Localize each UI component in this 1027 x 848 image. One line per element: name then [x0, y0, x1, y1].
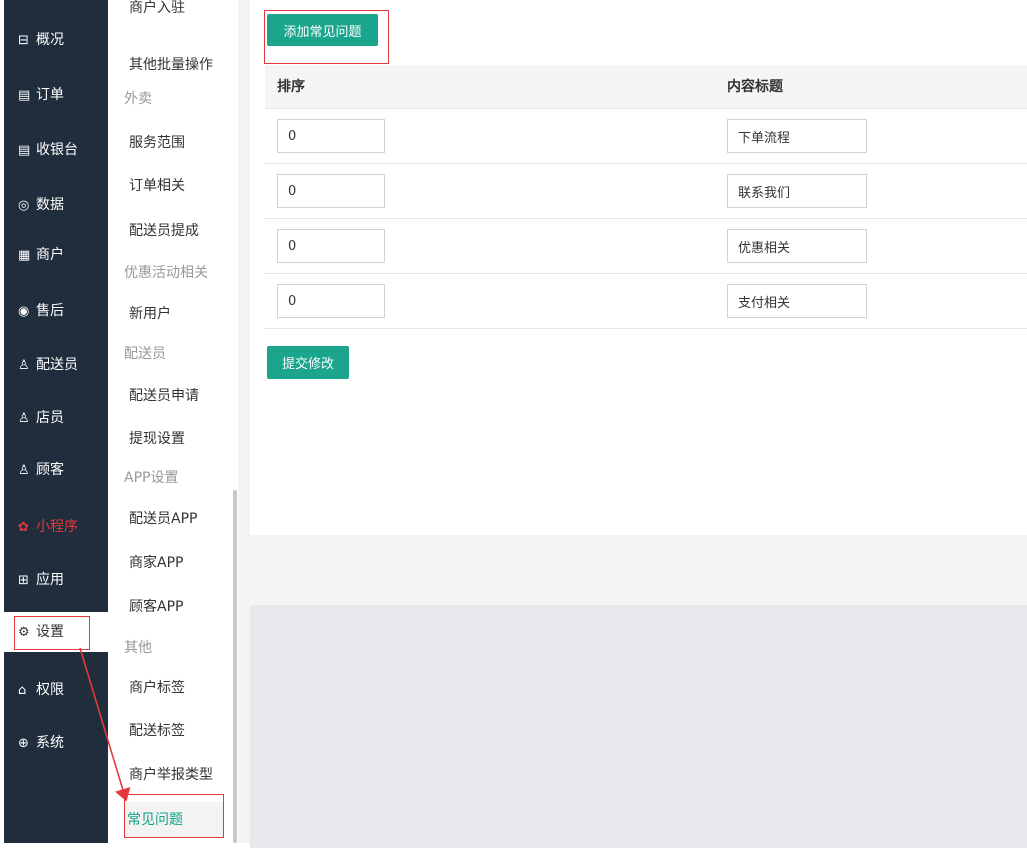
data-icon: ◎: [18, 198, 30, 213]
sidebar-item[interactable]: ⊟ 概况: [18, 30, 64, 50]
dashboard-icon: ⊟: [18, 33, 29, 48]
annotation-box-add-button: [264, 10, 389, 64]
submenu-group-label: 其他: [124, 640, 152, 656]
submenu-item[interactable]: 新用户: [129, 303, 171, 325]
submenu-item[interactable]: 配送员申请: [129, 385, 199, 407]
table-header: 排序 内容标题: [265, 65, 1027, 109]
submenu-item[interactable]: 商家APP: [129, 552, 183, 574]
cashier-icon: ▤: [18, 143, 31, 158]
clerk-icon: ♙: [18, 411, 30, 426]
store-icon: ▦: [18, 248, 31, 263]
title-input[interactable]: [727, 119, 867, 153]
sidebar-item-label: 小程序: [36, 519, 78, 535]
column-header-title: 内容标题: [727, 79, 783, 95]
order-icon: ▤: [18, 88, 31, 103]
permission-icon: ⌂: [18, 683, 27, 698]
submenu-scrollbar-thumb[interactable]: [233, 490, 237, 843]
apps-icon: ⊞: [18, 573, 29, 588]
sidebar-item[interactable]: ♙ 配送员: [18, 355, 78, 375]
title-input[interactable]: [727, 229, 867, 263]
sidebar-item-label: 售后: [36, 303, 64, 319]
submenu-item[interactable]: 商户标签: [129, 677, 185, 699]
sort-input[interactable]: [277, 284, 385, 318]
row-divider: [265, 218, 1027, 219]
customer-icon: ♙: [18, 463, 30, 478]
submenu-item[interactable]: 其他批量操作: [129, 54, 213, 76]
sidebar-item-label: 数据: [36, 197, 64, 213]
submenu-group-label: 配送员: [124, 346, 166, 362]
sidebar-item-label: 应用: [36, 572, 64, 588]
sidebar-item-label: 概况: [36, 32, 64, 48]
sidebar-item-label: 收银台: [36, 142, 78, 158]
sidebar-item-label: 顾客: [36, 462, 64, 478]
submenu-item[interactable]: 配送标签: [129, 720, 185, 742]
submenu-item[interactable]: 商户举报类型: [129, 764, 213, 786]
mini-program-icon: ✿: [18, 520, 29, 535]
row-divider: [265, 108, 1027, 109]
sidebar-item-label: 系统: [36, 735, 64, 751]
settings-submenu: [108, 0, 232, 843]
submenu-group-label: APP设置: [124, 470, 179, 486]
sidebar-item[interactable]: ♙ 顾客: [18, 460, 64, 480]
row-divider: [265, 273, 1027, 274]
submenu-item[interactable]: 订单相关: [129, 175, 185, 197]
sort-input[interactable]: [277, 229, 385, 263]
annotation-box-settings: [14, 616, 90, 650]
annotation-box-faq: [124, 794, 224, 838]
sidebar-item-label: 权限: [36, 682, 64, 698]
sidebar-item[interactable]: ▤ 收银台: [18, 140, 78, 160]
page-background: [250, 605, 1027, 848]
sidebar-item-label: 店员: [36, 410, 64, 426]
title-input[interactable]: [727, 284, 867, 318]
sort-input[interactable]: [277, 174, 385, 208]
title-input[interactable]: [727, 174, 867, 208]
courier-icon: ♙: [18, 358, 30, 373]
submenu-group-label: 外卖: [124, 91, 152, 107]
row-divider: [265, 328, 1027, 329]
sidebar-item[interactable]: ♙ 店员: [18, 408, 64, 428]
sidebar-item[interactable]: ⌂ 权限: [18, 680, 64, 700]
submenu-item[interactable]: 商户入驻: [129, 0, 185, 19]
after-sales-icon: ◉: [18, 304, 30, 319]
sidebar-item-label: 商户: [36, 247, 64, 263]
submenu-item[interactable]: 配送员APP: [129, 508, 197, 530]
submit-changes-button[interactable]: 提交修改: [267, 346, 349, 379]
sidebar-item[interactable]: ⊞ 应用: [18, 570, 64, 590]
sidebar-item[interactable]: ◉ 售后: [18, 301, 64, 321]
content-footer-band: [250, 535, 1027, 605]
sidebar-item[interactable]: ▤ 订单: [18, 85, 64, 105]
row-divider: [265, 163, 1027, 164]
system-icon: ⊕: [18, 736, 29, 751]
submenu-group-label: 优惠活动相关: [124, 265, 208, 281]
sidebar-item[interactable]: ▦ 商户: [18, 245, 64, 265]
column-header-sort: 排序: [277, 79, 305, 95]
submenu-item[interactable]: 提现设置: [129, 428, 185, 450]
sidebar-item-label: 配送员: [36, 357, 78, 373]
sidebar-item[interactable]: ⊕ 系统: [18, 733, 64, 753]
submenu-item[interactable]: 配送员提成: [129, 220, 199, 242]
sidebar-item[interactable]: ◎ 数据: [18, 195, 64, 215]
sidebar-item[interactable]: ✿ 小程序: [18, 517, 78, 537]
sort-input[interactable]: [277, 119, 385, 153]
submenu-item[interactable]: 顾客APP: [129, 596, 183, 618]
submenu-item[interactable]: 服务范围: [129, 132, 185, 154]
sidebar-item-label: 订单: [36, 87, 64, 103]
submenu-edge: [238, 0, 250, 843]
